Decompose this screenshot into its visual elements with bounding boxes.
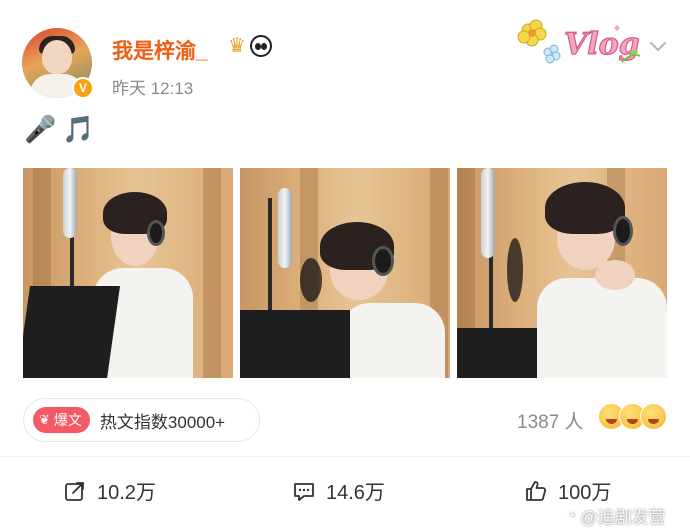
panda-icon [249,34,272,57]
post-photo-1[interactable] [23,168,233,378]
flame-icon: ❦ [39,412,50,427]
comment-icon [294,482,314,501]
thumbs-up-icon [526,480,547,501]
comment-count: 14.6万 [326,482,385,504]
music-note-icon: 🎵 [62,114,95,144]
surprised-emoji-icon [640,403,667,430]
vlog-sticker-icon: Vlog [517,19,641,64]
timestamp: 昨天 12:13 [112,79,194,98]
watermark-text: @追剧发营 [580,508,666,527]
post-photo-3[interactable] [457,168,667,378]
reaction-faces[interactable] [598,403,667,430]
hot-tag: ❦ 爆文 [33,407,90,433]
post-photo-2[interactable] [240,168,450,378]
user-emojis: ♛ [228,33,272,58]
microphone-icon: 🎤 [24,114,57,144]
repost-button[interactable]: 10.2万 [63,476,156,505]
chevron-down-icon[interactable] [648,36,668,56]
like-count: 100万 [558,482,612,504]
hot-index-text: 热文指数30000+ [99,412,226,432]
watermark: ◔ @追剧发营 [566,503,666,528]
crown-icon: ♛ [228,35,246,57]
repost-count: 10.2万 [97,482,156,504]
hot-index-pill[interactable]: ❦ 爆文 热文指数30000+ [23,398,260,442]
hot-tag-label: 爆文 [53,412,82,428]
repost-icon [65,481,84,501]
divider [0,456,690,457]
username[interactable]: 我是梓渝_ [112,35,208,65]
post-content: 🎤 🎵 [24,114,95,145]
reader-count[interactable]: 1387 人 [517,407,584,434]
weibo-post: V 我是梓渝_ ♛ 昨天 12:13 Vlog 🎤 🎵 ❦ 爆文 热文指数300… [0,0,690,530]
comment-button[interactable]: 14.6万 [292,476,385,505]
weibo-logo-icon: ◔ [566,505,577,525]
verified-badge-icon: V [72,77,94,99]
like-button[interactable]: 100万 [524,476,611,505]
